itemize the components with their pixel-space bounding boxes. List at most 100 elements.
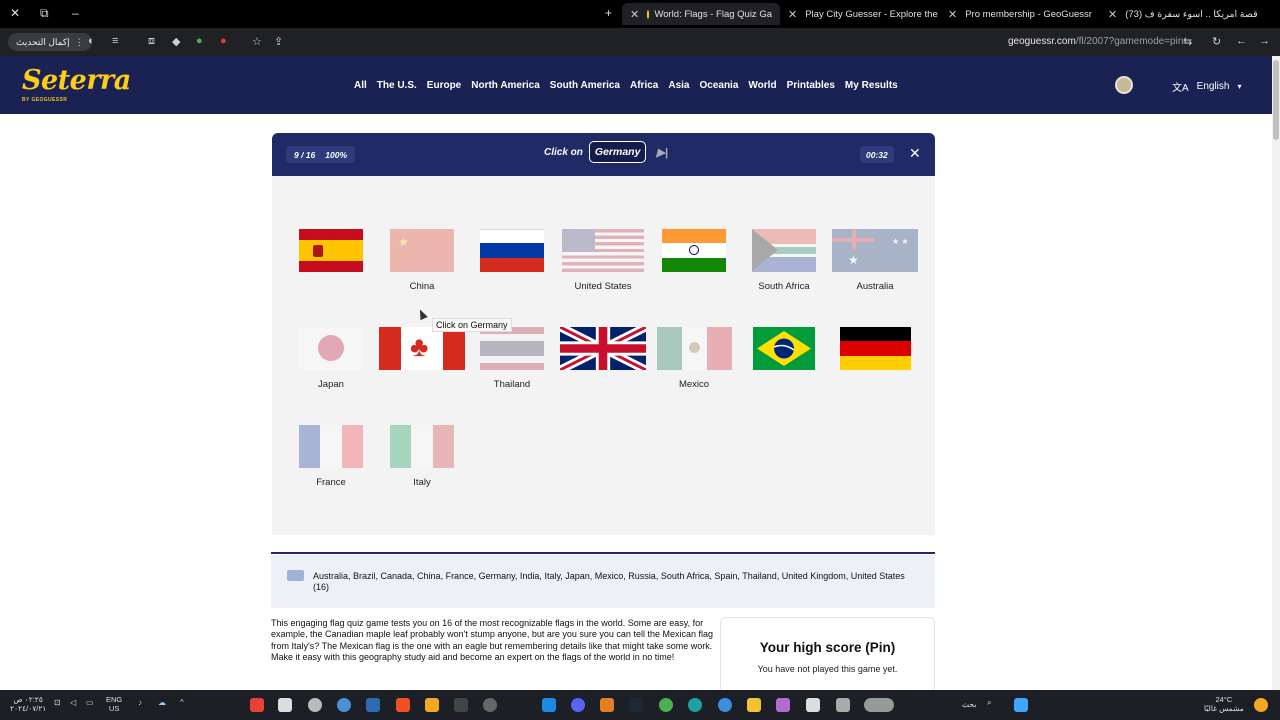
seterra-logo[interactable]: Seterra bbox=[22, 65, 131, 96]
nav-all[interactable]: All bbox=[354, 80, 367, 91]
extension-icon[interactable]: ◆ bbox=[172, 35, 180, 48]
url-field[interactable]: geoguessr.com/fl/2007?gamemode=pin bbox=[1008, 36, 1183, 47]
screenshot-icon[interactable]: ⧈ bbox=[148, 35, 155, 48]
tab-search-icon[interactable]: ⧉ bbox=[40, 6, 49, 21]
clock[interactable]: ٠٢:٢٥ ص ٢٠٢٤/٠٧/٢١ bbox=[10, 695, 46, 713]
close-tab-icon[interactable]: ✕ bbox=[1108, 8, 1117, 21]
flag-label: South Africa bbox=[758, 281, 810, 292]
nav-asia[interactable]: Asia bbox=[668, 80, 689, 91]
nav-africa[interactable]: Africa bbox=[630, 80, 658, 91]
weather[interactable]: 24°C مشمس غالبًا bbox=[1204, 695, 1244, 713]
reload-icon[interactable]: ↻ bbox=[1212, 35, 1221, 48]
update-button[interactable]: إكمال التحديث ⋮ bbox=[8, 33, 92, 51]
flag-mexico[interactable]: Mexico bbox=[649, 327, 739, 390]
microphone-icon[interactable]: ♪ bbox=[138, 698, 152, 712]
avatar[interactable] bbox=[1115, 76, 1133, 94]
back-icon[interactable]: → bbox=[1259, 35, 1270, 47]
app-icon[interactable] bbox=[836, 698, 850, 712]
network-icon[interactable]: ⊡ bbox=[54, 698, 68, 712]
tab-pro-membership[interactable]: ✕ Pro membership - GeoGuessr bbox=[940, 3, 1100, 25]
app-icon[interactable] bbox=[425, 698, 439, 712]
flag-south-africa[interactable]: South Africa bbox=[739, 229, 829, 292]
flag-germany[interactable] bbox=[830, 327, 920, 379]
app-icon[interactable] bbox=[278, 698, 292, 712]
bookmark-star-icon[interactable]: ☆ bbox=[252, 35, 262, 48]
translate-icon: 文A bbox=[1172, 83, 1189, 94]
flag-spain[interactable] bbox=[286, 229, 376, 281]
site-settings-icon[interactable]: ⇆ bbox=[1183, 35, 1192, 48]
steam-icon[interactable] bbox=[629, 698, 643, 712]
nav-my-results[interactable]: My Results bbox=[845, 80, 898, 91]
flag-brazil[interactable] bbox=[739, 327, 829, 379]
onedrive-icon[interactable]: ☁ bbox=[158, 698, 172, 712]
close-icon[interactable]: ✕ bbox=[909, 145, 921, 162]
flag-france[interactable]: France bbox=[286, 425, 376, 488]
input-language[interactable]: ENG US bbox=[106, 695, 122, 713]
app-icon[interactable] bbox=[600, 698, 614, 712]
thailand-flag-icon bbox=[480, 327, 544, 370]
speaker-icon[interactable]: ◁ bbox=[70, 698, 84, 712]
app-icon[interactable] bbox=[542, 698, 556, 712]
new-tab-button[interactable]: + bbox=[605, 6, 612, 20]
close-tab-icon[interactable]: ✕ bbox=[948, 8, 957, 21]
app-icon[interactable] bbox=[806, 698, 820, 712]
share-icon[interactable]: ⇪ bbox=[274, 35, 283, 48]
widgets-icon[interactable] bbox=[864, 698, 894, 712]
tab-flags-quiz[interactable]: ✕ World: Flags - Flag Quiz Ga bbox=[622, 3, 780, 25]
nav-north-america[interactable]: North America bbox=[471, 80, 540, 91]
flag-usa[interactable]: United States bbox=[558, 229, 648, 292]
start-icon[interactable] bbox=[1014, 698, 1028, 712]
search-label[interactable]: بحث bbox=[962, 700, 976, 709]
discord-icon[interactable] bbox=[571, 698, 585, 712]
reading-list-icon[interactable]: ≡ bbox=[112, 35, 118, 47]
nav-south-america[interactable]: South America bbox=[550, 80, 620, 91]
skip-icon[interactable]: ▶| bbox=[656, 146, 668, 159]
settings-icon[interactable] bbox=[308, 698, 322, 712]
forward-icon[interactable]: ← bbox=[1236, 35, 1247, 47]
close-tab-icon[interactable]: ✕ bbox=[630, 8, 639, 21]
battery-icon[interactable]: ▭ bbox=[86, 698, 100, 712]
extension-icon[interactable]: ◐ bbox=[88, 35, 95, 47]
flag-japan[interactable]: Japan bbox=[286, 327, 376, 390]
flag-india[interactable] bbox=[649, 229, 739, 281]
tab-youtube[interactable]: ✕ (73) قصة امريكا .. اسوء سفرة ف bbox=[1100, 3, 1260, 25]
nav-oceania[interactable]: Oceania bbox=[699, 80, 738, 91]
extension-icon[interactable]: ● bbox=[220, 35, 227, 47]
app-icon[interactable] bbox=[337, 698, 351, 712]
australia-flag-icon: ★ ★ ★ bbox=[832, 229, 918, 272]
language-selector[interactable]: 文A English ▾ bbox=[1172, 79, 1242, 94]
edge-icon[interactable] bbox=[688, 698, 702, 712]
app-icon[interactable] bbox=[366, 698, 380, 712]
question-prompt: Click on Germany ▶| bbox=[544, 141, 668, 163]
nav-world[interactable]: World bbox=[748, 80, 776, 91]
microsoft-store-icon[interactable] bbox=[396, 698, 410, 712]
nav-us[interactable]: The U.S. bbox=[377, 80, 417, 91]
chrome-active-icon[interactable] bbox=[718, 698, 732, 712]
scrollbar-track[interactable] bbox=[1272, 56, 1280, 690]
chrome-icon[interactable] bbox=[659, 698, 673, 712]
weather-icon[interactable] bbox=[1254, 698, 1268, 712]
flag-uk[interactable] bbox=[558, 327, 648, 379]
scrollbar-thumb[interactable] bbox=[1273, 60, 1279, 140]
close-window-icon[interactable]: ✕ bbox=[10, 6, 20, 20]
minimize-icon[interactable]: – bbox=[72, 6, 79, 20]
flag-canada[interactable]: ♣ bbox=[377, 327, 467, 379]
app-icon[interactable] bbox=[250, 698, 264, 712]
flag-russia[interactable] bbox=[467, 229, 557, 281]
flag-china[interactable]: ★ China bbox=[377, 229, 467, 292]
search-icon[interactable]: ⌕ bbox=[987, 698, 1001, 712]
app-icon[interactable] bbox=[454, 698, 468, 712]
nav-europe[interactable]: Europe bbox=[427, 80, 461, 91]
extension-icon[interactable]: ● bbox=[196, 35, 203, 47]
flag-thailand[interactable]: Thailand bbox=[467, 327, 557, 390]
app-icon[interactable] bbox=[776, 698, 790, 712]
flag-australia[interactable]: ★ ★ ★ Australia bbox=[830, 229, 920, 292]
file-explorer-icon[interactable] bbox=[747, 698, 761, 712]
app-icon[interactable] bbox=[483, 698, 497, 712]
india-flag-icon bbox=[662, 229, 726, 272]
tab-city-guesser[interactable]: ✕ Play City Guesser - Explore the bbox=[780, 3, 940, 25]
nav-printables[interactable]: Printables bbox=[787, 80, 835, 91]
chevron-up-icon[interactable]: ^ bbox=[180, 698, 194, 712]
close-tab-icon[interactable]: ✕ bbox=[788, 8, 797, 21]
flag-italy[interactable]: Italy bbox=[377, 425, 467, 488]
